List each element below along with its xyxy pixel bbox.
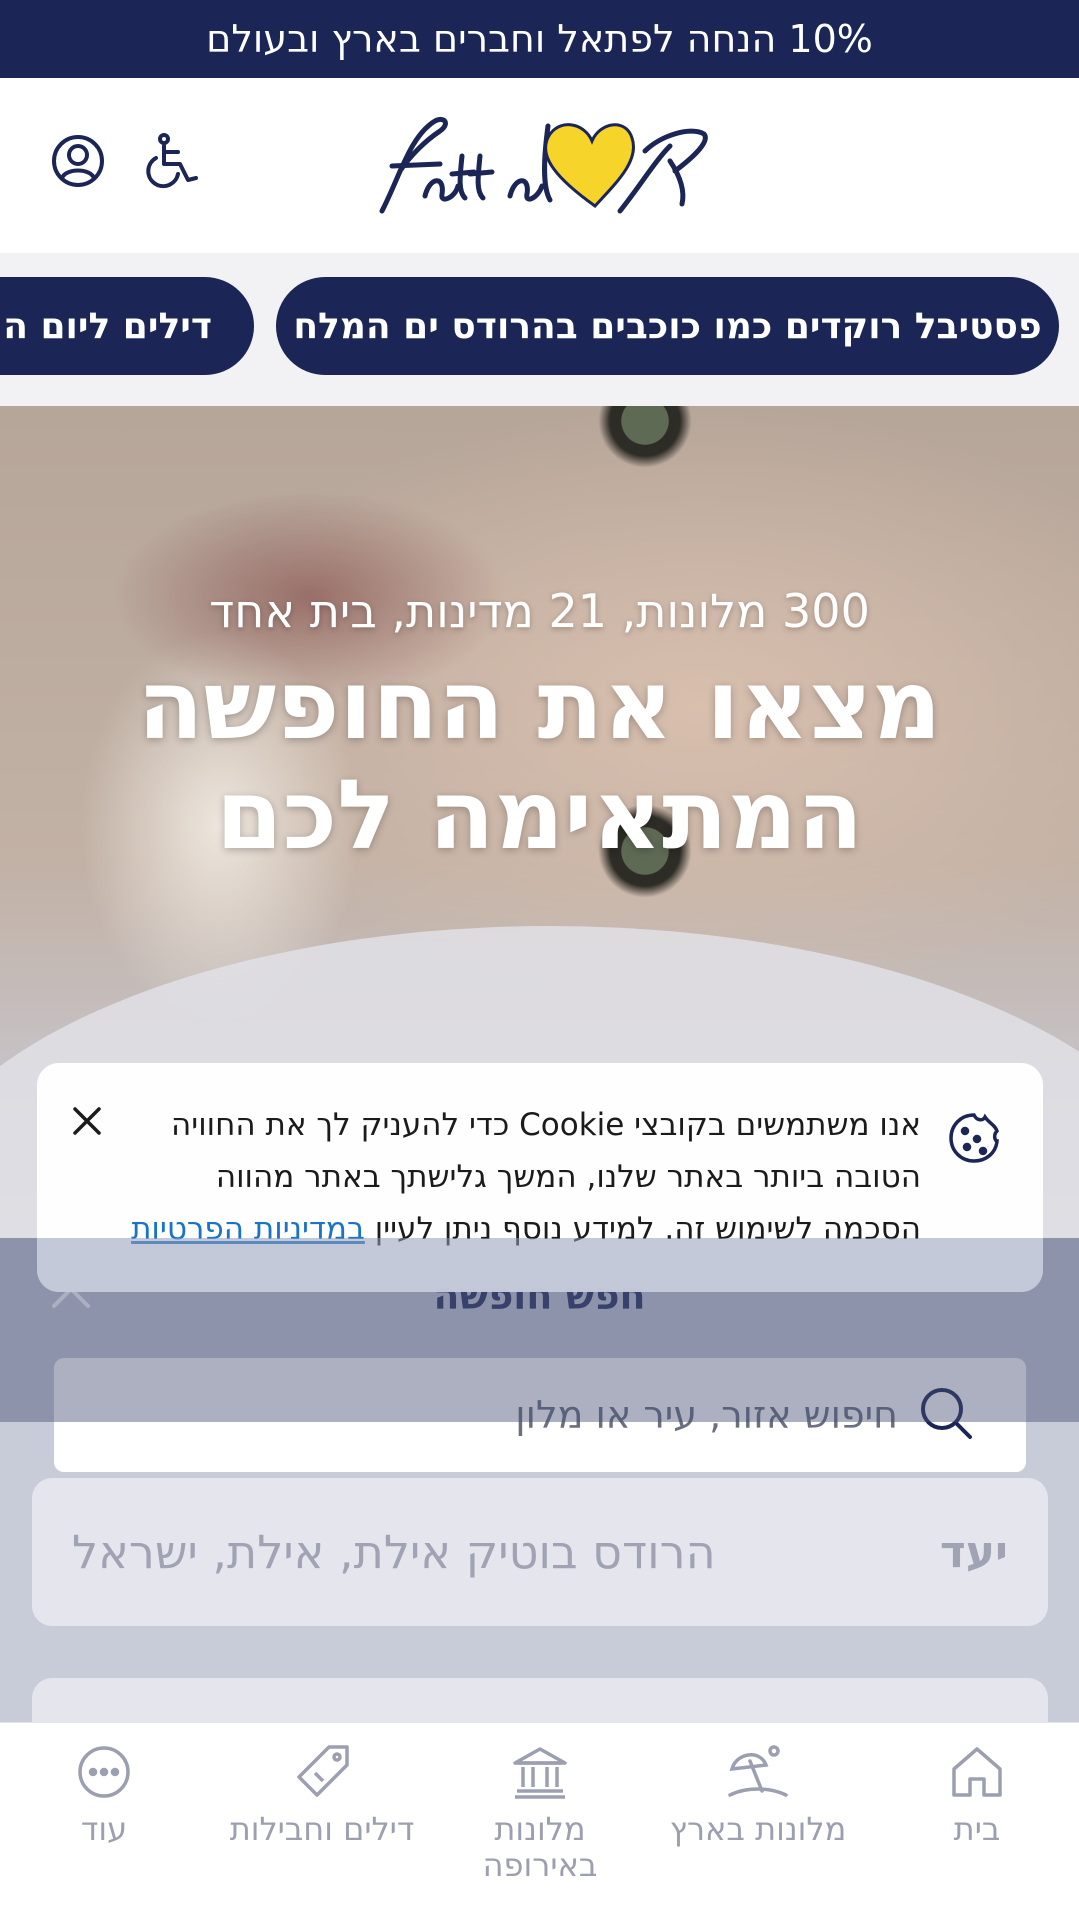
account-button[interactable] [48,133,108,193]
promo-chips-carousel[interactable]: פסטיבל רוקדים כמו כוכבים בהרודס ים המלח … [0,253,1079,406]
nav-item-home[interactable]: בית [877,1743,1077,1847]
cookie-close-button[interactable] [69,1103,105,1139]
destination-value: הרודס בוטיק אילת, אילת, ישראל [72,1525,716,1579]
bottom-navigation: בית מלונות בארץ מלונות באירופה דילים וחב… [0,1722,1079,1919]
modal-overlay [37,1238,1043,1292]
cookie-text: אנו משתמשים בקובצי Cookie כדי להעניק לך … [131,1107,921,1247]
promo-text: 10% הנחה לפתאל וחברים בארץ ובעולם [206,17,873,61]
site-header [0,78,1079,253]
more-icon [78,1746,130,1798]
user-circle-icon [50,133,106,193]
search-sheet: חפש חופשה חיפוש אזור, עיר או מלון יעד הר… [0,1238,1079,1738]
nav-item-europe-hotels[interactable]: מלונות באירופה [440,1743,640,1883]
search-input[interactable]: חיפוש אזור, עיר או מלון [54,1358,1026,1472]
nav-item-israel-hotels[interactable]: מלונות בארץ [658,1743,858,1847]
destination-field[interactable]: יעד הרודס בוטיק אילת, אילת, ישראל [32,1478,1048,1626]
hero-title: מצאו את החופשה המתאימה לכם [137,649,942,871]
home-icon [952,1747,1002,1797]
wheelchair-icon [144,132,202,194]
hero-subtitle: 300 מלונות, 21 מדינות, בית אחד [209,584,870,638]
accessibility-button[interactable] [143,133,203,193]
search-icon [918,1385,974,1445]
hero-text: 300 מלונות, 21 מדינות, בית אחד מצאו את ה… [0,576,1079,870]
cookie-icon [947,1111,1001,1165]
hero-image-detail [590,406,700,476]
destination-label: יעד [939,1526,1008,1578]
beach-umbrella-icon [728,1745,788,1797]
nav-item-more[interactable]: עוד [4,1743,204,1847]
promo-banner[interactable]: 10% הנחה לפתאל וחברים בארץ ובעולם [0,0,1079,78]
nav-item-deals[interactable]: דילים וחבילות [222,1743,422,1847]
landmark-icon [513,1747,567,1799]
close-icon [73,1107,101,1135]
tag-icon [297,1745,349,1797]
search-placeholder: חיפוש אזור, עיר או מלון [515,1393,898,1437]
chip-festival[interactable]: פסטיבל רוקדים כמו כוכבים בהרודס ים המלח [276,277,1059,375]
fattal-logo[interactable] [370,116,710,216]
chip-independence-deals[interactable]: דילים ליום העצמאות [0,277,254,375]
